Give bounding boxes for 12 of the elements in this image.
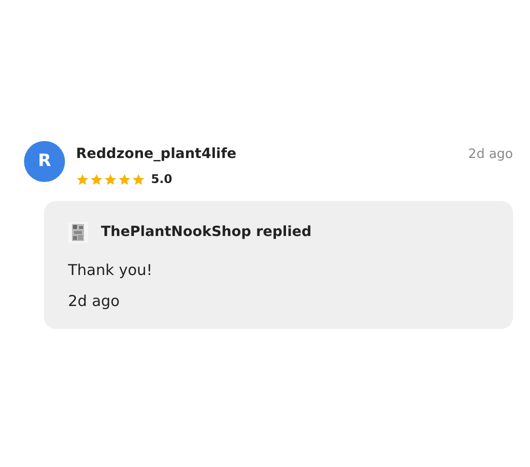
rating-value: 5.0 — [151, 171, 172, 188]
reply-text: Thank you! — [68, 260, 154, 281]
star-icon — [76, 172, 89, 186]
avatar: R — [24, 141, 65, 182]
star-icon — [104, 172, 117, 186]
reply-time: 2d ago — [68, 290, 121, 312]
review-time: 2d ago — [468, 146, 513, 164]
reply-author: ThePlantNookShop replied — [101, 223, 312, 242]
star-icon — [132, 172, 145, 186]
author-name: Reddzone_plant4life — [76, 145, 236, 164]
star-icon — [118, 172, 131, 186]
star-icon — [90, 172, 103, 186]
